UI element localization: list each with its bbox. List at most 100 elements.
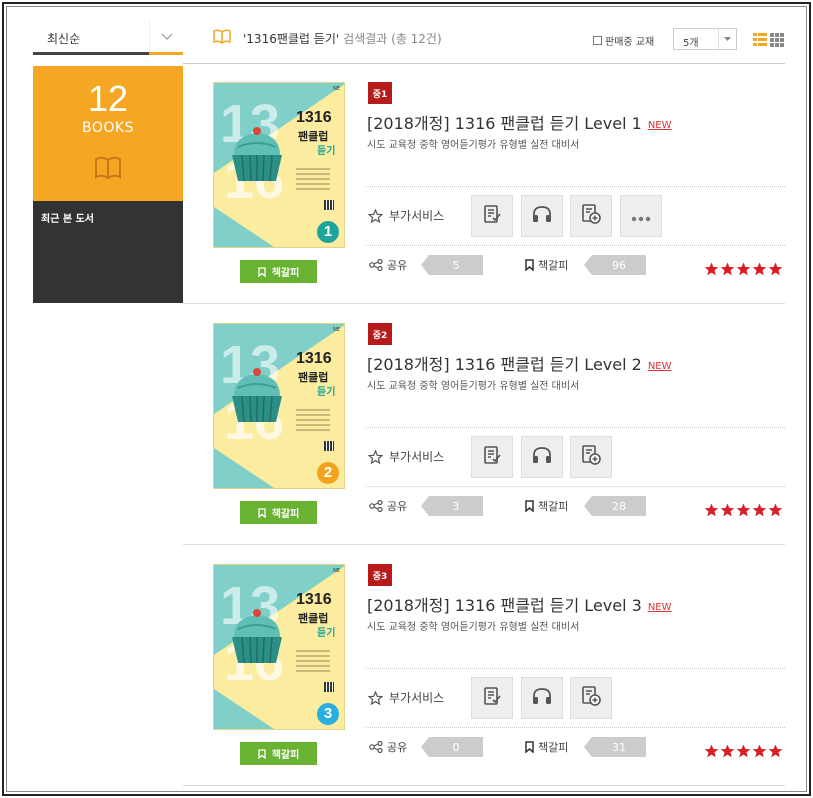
bookmark-button[interactable]: 책갈피: [240, 742, 317, 765]
bookmark-button[interactable]: 책갈피: [240, 501, 317, 524]
books-label: BOOKS: [82, 120, 134, 136]
share-icon: [369, 259, 383, 271]
recent-books-label: 최근 본 도서: [41, 214, 94, 225]
book-list-item: 13 16 NE 1316 팬클럽 듣기 1 책갈피 중1 [2018개정] 1…: [183, 63, 785, 304]
headphones-icon: [531, 686, 553, 710]
share-icon: [369, 741, 383, 753]
star-filled-icon: [720, 743, 736, 762]
headphones-service-button[interactable]: [520, 436, 563, 478]
add-document-service-button[interactable]: [570, 436, 612, 478]
grade-badge: 중1: [368, 82, 392, 104]
headphones-icon: [531, 445, 553, 469]
book-cover[interactable]: 13 16 NE 1316 팬클럽 듣기 1: [213, 82, 345, 248]
list-view-icon[interactable]: [753, 32, 767, 51]
book-subtitle: 시도 교육청 중학 영어듣기평가 유형별 실전 대비서: [367, 622, 580, 633]
worksheet-icon: [482, 204, 502, 228]
share-count: 3: [421, 496, 483, 516]
more-icon: [631, 207, 651, 226]
book-list-item: 13 16 NE 1316 팬클럽 듣기 3 책갈피 중3 [2018개정] 1…: [183, 545, 785, 786]
bookmark-count: 31: [584, 737, 646, 757]
service-label: 부가서비스: [368, 689, 444, 706]
book-count-panel: 12 BOOKS: [33, 66, 183, 201]
worksheet-icon: [482, 445, 502, 469]
service-label: 부가서비스: [368, 448, 444, 465]
search-result-count: 검색결과 (총 12건): [343, 31, 442, 46]
share-link[interactable]: 공유: [369, 739, 407, 755]
share-link[interactable]: 공유: [369, 257, 407, 273]
bookmark-link[interactable]: 책갈피: [525, 739, 568, 755]
book-count: 12: [87, 78, 129, 119]
rating-stars: [704, 502, 784, 521]
onsale-label: 판매중 교재: [605, 37, 655, 48]
more-service-button[interactable]: [619, 195, 662, 237]
bookmark-count: 96: [584, 255, 646, 275]
chevron-down-icon[interactable]: [149, 21, 183, 52]
bookmark-link[interactable]: 책갈피: [525, 498, 568, 514]
book-cover[interactable]: 13 16 NE 1316 팬클럽 듣기 2: [213, 323, 345, 489]
headphones-service-button[interactable]: [520, 195, 563, 237]
service-label: 부가서비스: [368, 207, 444, 224]
grade-badge: 중2: [368, 323, 392, 345]
bookmark-link[interactable]: 책갈피: [525, 257, 568, 273]
add-document-service-button[interactable]: [570, 195, 612, 237]
worksheet-icon: [482, 686, 502, 710]
cupcake-illustration: [232, 609, 282, 664]
cupcake-illustration: [232, 368, 282, 423]
share-count: 5: [421, 255, 483, 275]
star-filled-icon: [768, 743, 784, 762]
star-filled-icon: [704, 743, 720, 762]
bookmark-count: 28: [584, 496, 646, 516]
star-outline-icon: [368, 690, 383, 705]
share-count: 0: [421, 737, 483, 757]
recent-books-panel: 최근 본 도서: [33, 201, 183, 303]
share-icon: [369, 500, 383, 512]
sort-accent: [149, 52, 183, 55]
bookmark-icon: [525, 741, 534, 753]
book-list-item: 13 16 NE 1316 팬클럽 듣기 2 책갈피 중2 [2018개정] 1…: [183, 304, 785, 545]
onsale-filter[interactable]: 판매중 교재: [593, 33, 654, 48]
star-filled-icon: [736, 743, 752, 762]
worksheet-service-button[interactable]: [471, 677, 513, 719]
onsale-checkbox[interactable]: [593, 36, 602, 45]
share-link[interactable]: 공유: [369, 498, 407, 514]
open-book-icon: [94, 156, 122, 184]
new-badge: NEW: [647, 361, 672, 372]
rating-stars: [704, 743, 784, 762]
open-book-icon: [213, 29, 231, 47]
star-filled-icon: [736, 261, 752, 280]
add-document-icon: [580, 444, 602, 470]
bookmark-icon: [258, 507, 266, 518]
book-title[interactable]: [2018개정] 1316 팬클럽 듣기 Level 3 NEW: [367, 592, 672, 616]
worksheet-service-button[interactable]: [471, 195, 513, 237]
headphones-service-button[interactable]: [520, 677, 563, 719]
sort-label: 최신순: [47, 32, 81, 46]
sort-dropdown[interactable]: 최신순: [33, 21, 183, 55]
search-summary: '1316팬클럽 듣기' 검색결과 (총 12건): [213, 29, 442, 47]
book-subtitle: 시도 교육청 중학 영어듣기평가 유형별 실전 대비서: [367, 381, 580, 392]
star-filled-icon: [768, 261, 784, 280]
cupcake-illustration: [232, 127, 282, 182]
page-size-select[interactable]: 5개: [673, 28, 737, 50]
book-title[interactable]: [2018개정] 1316 팬클럽 듣기 Level 2 NEW: [367, 351, 672, 375]
book-title[interactable]: [2018개정] 1316 팬클럽 듣기 Level 1 NEW: [367, 110, 672, 134]
star-filled-icon: [720, 261, 736, 280]
grid-view-icon[interactable]: [770, 32, 785, 51]
book-cover[interactable]: 13 16 NE 1316 팬클럽 듣기 3: [213, 564, 345, 730]
bookmark-icon: [525, 500, 534, 512]
rating-stars: [704, 261, 784, 280]
page-size-value: 5개: [683, 38, 699, 49]
add-document-service-button[interactable]: [570, 677, 612, 719]
worksheet-service-button[interactable]: [471, 436, 513, 478]
star-filled-icon: [768, 502, 784, 521]
star-filled-icon: [704, 261, 720, 280]
bookmark-button[interactable]: 책갈피: [240, 260, 317, 283]
grade-badge: 중3: [368, 564, 392, 586]
new-badge: NEW: [647, 120, 672, 131]
bookmark-icon: [258, 748, 266, 759]
star-filled-icon: [752, 743, 768, 762]
star-outline-icon: [368, 449, 383, 464]
book-subtitle: 시도 교육청 중학 영어듣기평가 유형별 실전 대비서: [367, 140, 580, 151]
star-filled-icon: [736, 502, 752, 521]
star-filled-icon: [720, 502, 736, 521]
bookmark-icon: [258, 266, 266, 277]
